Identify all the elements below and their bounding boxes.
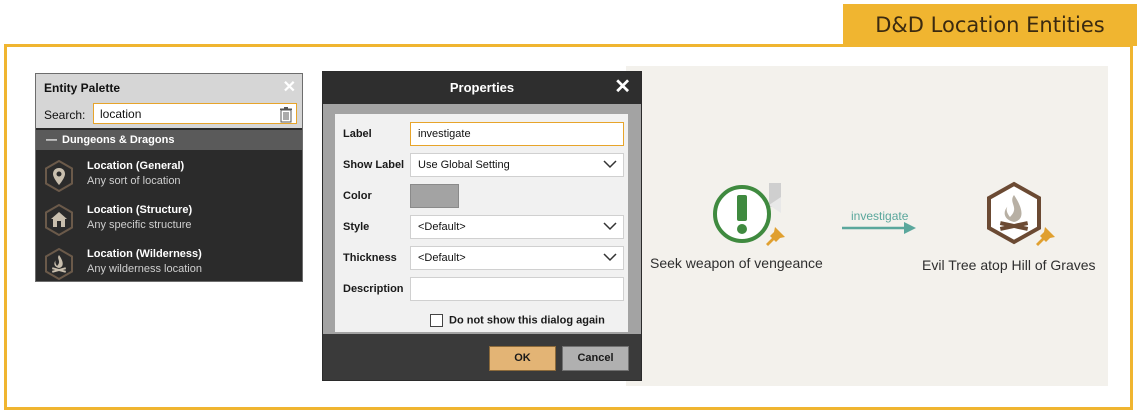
field-label: Description	[343, 283, 404, 295]
search-input-value: location	[100, 107, 142, 121]
cancel-button[interactable]: Cancel	[562, 346, 629, 371]
chevron-down-icon	[603, 253, 617, 262]
dont-show-again-checkbox[interactable]	[430, 314, 443, 327]
field-label-row: Label investigate	[335, 119, 628, 150]
palette-header: Entity Palette ✕	[36, 74, 302, 101]
field-thickness-row: Thickness <Default>	[335, 243, 628, 274]
close-icon[interactable]: ✕	[283, 77, 296, 97]
palette-item-title: Location (Wilderness)	[87, 248, 202, 260]
field-label: Show Label	[343, 159, 405, 171]
map-pin-icon	[45, 160, 73, 192]
trash-icon[interactable]	[280, 107, 292, 123]
palette-group-header[interactable]: — Dungeons & Dragons	[36, 130, 302, 150]
group-label: Dungeons & Dragons	[62, 134, 175, 146]
collapse-icon[interactable]: —	[46, 134, 57, 146]
palette-item-subtitle: Any specific structure	[87, 219, 192, 231]
show-label-value: Use Global Setting	[418, 159, 510, 171]
pin-icon[interactable]	[1035, 225, 1057, 247]
dialog-header: Properties ✕	[323, 72, 641, 104]
field-label: Style	[343, 221, 370, 233]
palette-search-bar: Search: location	[36, 101, 302, 128]
link-arrow[interactable]	[842, 220, 918, 236]
style-value: <Default>	[418, 221, 466, 233]
field-color-row: Color	[335, 181, 628, 212]
target-node-label: Evil Tree atop Hill of Graves	[922, 257, 1096, 273]
field-style-row: Style <Default>	[335, 212, 628, 243]
source-node-label: Seek weapon of vengeance	[650, 255, 823, 271]
close-icon[interactable]: ✕	[614, 72, 631, 102]
color-swatch[interactable]	[410, 184, 459, 208]
dialog-title: Properties	[449, 80, 515, 95]
field-label: Thickness	[343, 252, 397, 264]
entity-palette: Entity Palette ✕ Search: location — Dunge…	[35, 73, 303, 282]
field-label: Color	[343, 190, 372, 202]
thickness-value: <Default>	[418, 252, 466, 264]
label-input[interactable]: investigate	[410, 122, 624, 146]
palette-item-location-general[interactable]: Location (General) Any sort of location	[36, 152, 302, 196]
show-label-select[interactable]: Use Global Setting	[410, 153, 624, 177]
field-show-label-row: Show Label Use Global Setting	[335, 150, 628, 181]
palette-item-subtitle: Any sort of location	[87, 175, 181, 187]
node-evil-tree[interactable]	[984, 181, 1064, 247]
thickness-select[interactable]: <Default>	[410, 246, 624, 270]
dialog-body: Label investigate Show Label Use Global …	[335, 114, 628, 332]
palette-item-location-wilderness[interactable]: Location (Wilderness) Any wilderness loc…	[36, 240, 302, 284]
field-label: Label	[343, 128, 372, 140]
description-input[interactable]	[410, 277, 624, 301]
search-input[interactable]: location	[93, 103, 297, 124]
field-description-row: Description	[335, 274, 628, 305]
palette-item-title: Location (Structure)	[87, 204, 193, 216]
palette-title: Entity Palette	[44, 81, 121, 95]
chevron-down-icon	[603, 222, 617, 231]
properties-dialog: Properties ✕ Label investigate Show Labe…	[322, 71, 642, 381]
ok-button[interactable]: OK	[489, 346, 556, 371]
dont-show-again-option[interactable]: Do not show this dialog again	[430, 314, 605, 327]
palette-item-subtitle: Any wilderness location	[87, 263, 202, 275]
campfire-icon	[45, 248, 73, 280]
house-icon	[45, 204, 73, 236]
checkbox-label: Do not show this dialog again	[449, 314, 605, 327]
pin-icon[interactable]	[765, 225, 787, 247]
palette-item-location-structure[interactable]: Location (Structure) Any specific struct…	[36, 196, 302, 240]
node-seek-weapon[interactable]	[713, 183, 793, 249]
page-banner: D&D Location Entities	[843, 4, 1137, 46]
dialog-footer: OK Cancel	[323, 334, 641, 380]
palette-item-title: Location (General)	[87, 160, 185, 172]
style-select[interactable]: <Default>	[410, 215, 624, 239]
search-label: Search:	[44, 108, 86, 122]
banner-title: D&D Location Entities	[875, 13, 1105, 37]
chevron-down-icon	[603, 160, 617, 169]
